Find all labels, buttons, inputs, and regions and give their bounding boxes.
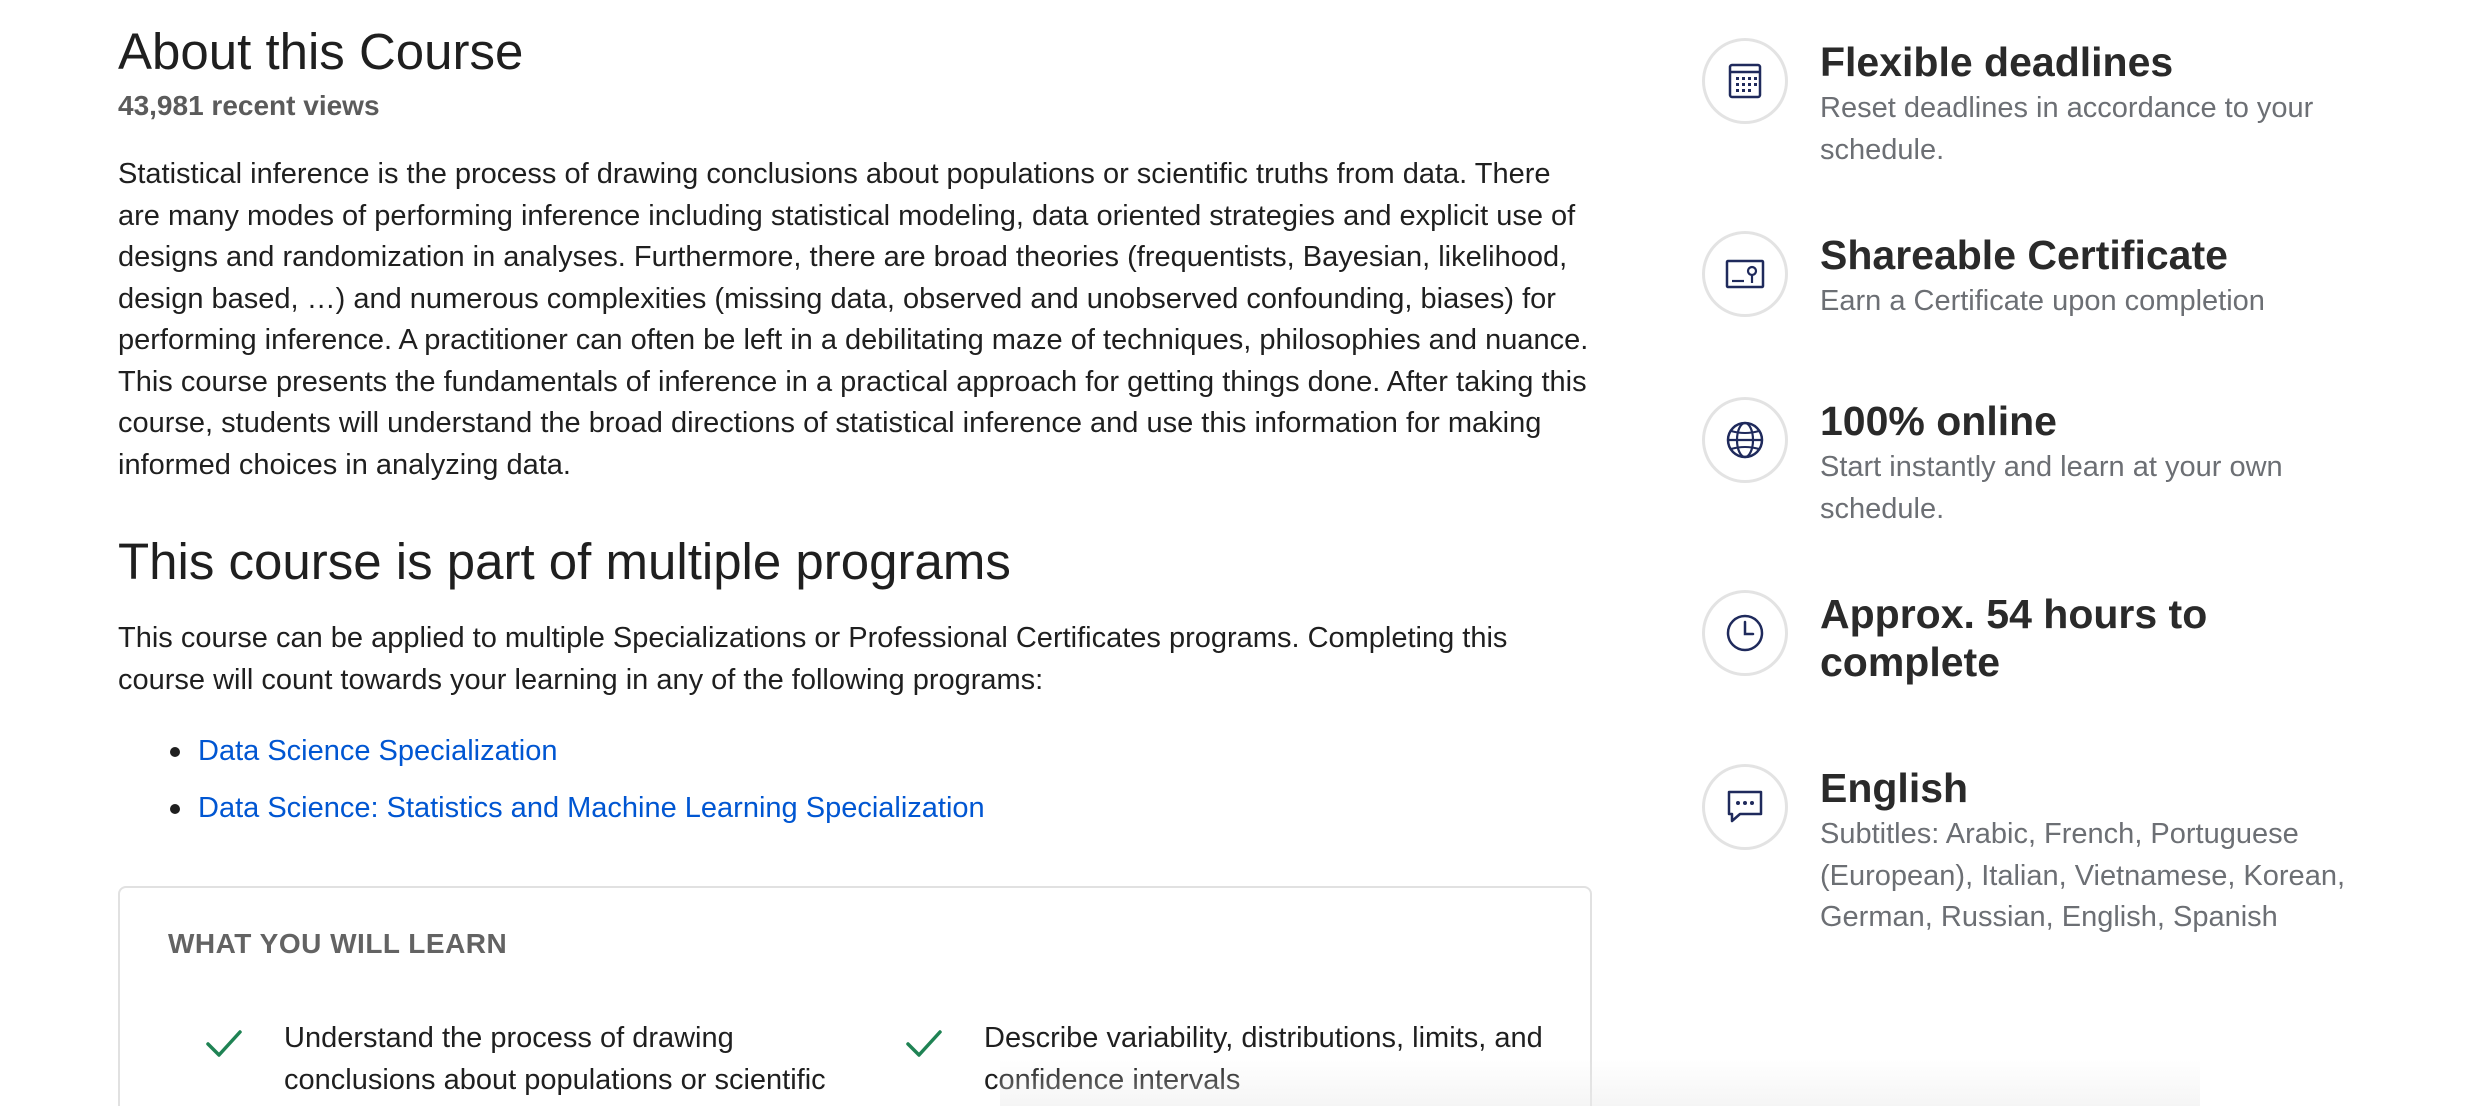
feature-title: Flexible deadlines: [1820, 39, 2174, 85]
chat-bubble-icon: [1727, 790, 1763, 823]
learn-item: Understand the process of drawing conclu…: [204, 1018, 884, 1101]
feature-icon-circle: [1702, 397, 1788, 483]
feature-text: Approx. 54 hours to complete: [1820, 590, 2380, 686]
feature-text: English Subtitles: Arabic, French, Portu…: [1820, 764, 2380, 939]
feature-language: English Subtitles: Arabic, French, Portu…: [1702, 764, 2402, 939]
about-title: About this Course: [118, 23, 524, 80]
programs-title: This course is part of multiple programs: [118, 533, 1011, 590]
checkmark-icon: [206, 1030, 242, 1057]
program-link-data-science[interactable]: Data Science Specialization: [198, 735, 557, 768]
feature-title: English: [1820, 765, 1969, 811]
learn-item-text: Describe variability, distributions, lim…: [984, 1022, 1543, 1096]
feature-icon-circle: [1702, 590, 1788, 676]
learn-item-text: Understand the process of drawing conclu…: [284, 1022, 826, 1096]
feature-flexible-deadlines: Flexible deadlines Reset deadlines in ac…: [1702, 38, 2402, 171]
globe-icon: [1726, 421, 1764, 459]
what-you-will-learn-box: WHAT YOU WILL LEARN Understand the proce…: [118, 886, 1592, 1106]
list-item: Data Science Specialization: [118, 731, 1598, 772]
clock-icon: [1726, 614, 1764, 652]
feature-title: Approx. 54 hours to complete: [1820, 591, 2208, 685]
program-link-statistics-ml[interactable]: Data Science: Statistics and Machine Lea…: [198, 792, 985, 825]
recent-views: 43,981 recent views: [118, 90, 380, 121]
feature-text: 100% online Start instantly and learn at…: [1820, 397, 2380, 530]
feature-icon-circle: [1702, 764, 1788, 850]
feature-shareable-certificate: Shareable Certificate Earn a Certificate…: [1702, 231, 2402, 323]
bullet-icon: [170, 746, 180, 757]
feature-text: Shareable Certificate Earn a Certificate…: [1820, 231, 2380, 323]
feature-icon-circle: [1702, 231, 1788, 317]
feature-subtitle: Reset deadlines in accordance to your sc…: [1820, 92, 2314, 166]
calendar-icon: [1728, 63, 1762, 99]
about-section: About this Course 43,981 recent views St…: [118, 20, 1598, 845]
learn-item: Describe variability, distributions, lim…: [904, 1018, 1584, 1101]
feature-subtitle: Subtitles: Arabic, French, Portuguese (E…: [1820, 818, 2346, 933]
certificate-icon: [1725, 259, 1765, 289]
feature-subtitle: Earn a Certificate upon completion: [1820, 285, 2265, 317]
list-item: Data Science: Statistics and Machine Lea…: [118, 788, 1598, 829]
bullet-icon: [170, 803, 180, 814]
feature-icon-circle: [1702, 38, 1788, 124]
feature-subtitle: Start instantly and learn at your own sc…: [1820, 451, 2283, 525]
feature-text: Flexible deadlines Reset deadlines in ac…: [1820, 38, 2380, 171]
program-list: Data Science Specialization Data Science…: [118, 731, 1598, 829]
feature-title: Shareable Certificate: [1820, 232, 2228, 278]
course-description: Statistical inference is the process of …: [118, 158, 1589, 481]
checkmark-icon: [906, 1030, 942, 1057]
course-page: About this Course 43,981 recent views St…: [0, 0, 2474, 1106]
learn-title: WHAT YOU WILL LEARN: [168, 928, 508, 959]
feature-100-online: 100% online Start instantly and learn at…: [1702, 397, 2402, 530]
feature-hours-to-complete: Approx. 54 hours to complete: [1702, 590, 2402, 686]
programs-description: This course can be applied to multiple S…: [118, 622, 1508, 696]
feature-title: 100% online: [1820, 398, 2057, 444]
